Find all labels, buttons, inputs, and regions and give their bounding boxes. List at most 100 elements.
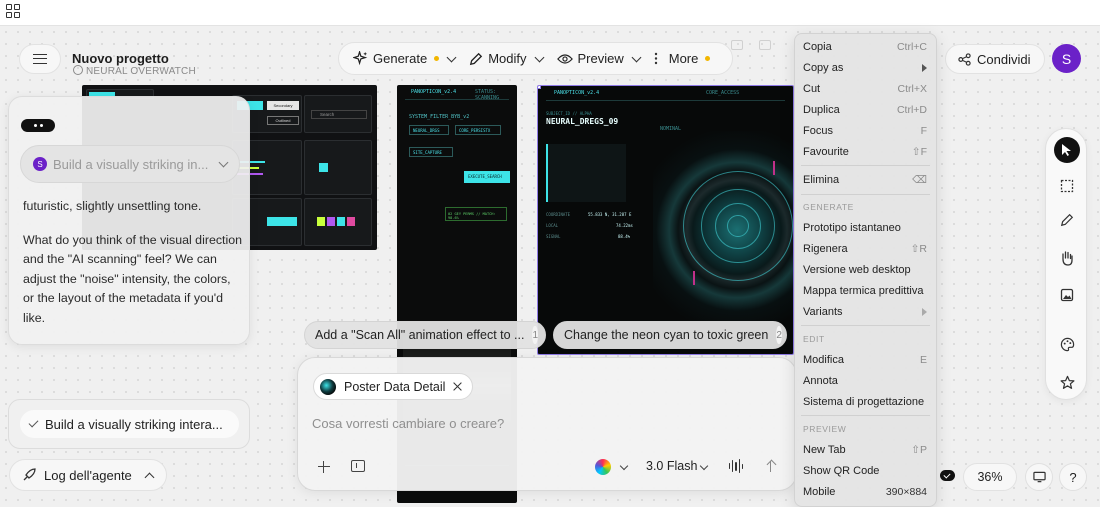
eye-icon bbox=[556, 53, 573, 64]
favourites-tool[interactable] bbox=[1054, 369, 1080, 395]
user-message[interactable]: Build a visually striking intera... bbox=[20, 410, 239, 438]
browser-top-strip bbox=[0, 0, 1100, 26]
menu-item-new-tab[interactable]: New Tab ⇧P bbox=[803, 441, 927, 459]
screen-title: PANOPTICON_v2.4 bbox=[554, 90, 600, 96]
check-icon bbox=[28, 417, 39, 428]
menu-item-qr-code[interactable]: Show QR Code bbox=[803, 462, 927, 480]
menu-button[interactable] bbox=[19, 44, 61, 74]
agent-message: futuristic, slightly unsettling tone. Wh… bbox=[23, 197, 245, 328]
vortex-visual bbox=[653, 131, 793, 351]
color-wheel-icon[interactable] bbox=[595, 459, 611, 475]
menu-item-web-desktop[interactable]: Versione web desktop bbox=[803, 261, 927, 279]
more-menu[interactable]: More bbox=[648, 42, 717, 75]
share-icon bbox=[958, 52, 971, 66]
share-button[interactable]: Condividi bbox=[945, 44, 1045, 74]
local-label: LOCAL bbox=[546, 223, 559, 228]
screen-thumb-icon bbox=[320, 378, 336, 395]
zoom-level[interactable]: 36% bbox=[963, 463, 1017, 491]
magenta-glitch bbox=[773, 161, 781, 175]
chevron-down-icon bbox=[446, 52, 457, 62]
suggestion-text: Add a "Scan All" animation effect to ... bbox=[315, 328, 525, 342]
project-subtitle: NEURAL OVERWATCH bbox=[86, 66, 196, 77]
attach-screen-icon[interactable] bbox=[351, 460, 365, 472]
suggestion-chip-2[interactable]: Change the neon cyan to toxic green 2 bbox=[553, 321, 787, 349]
user-message-text: Build a visually striking intera... bbox=[45, 416, 223, 432]
send-arrow-icon[interactable] bbox=[761, 456, 781, 476]
suggestion-text: Change the neon cyan to toxic green bbox=[564, 328, 769, 342]
agent-log-label: Log dell'agente bbox=[44, 467, 132, 483]
icon-sample bbox=[319, 163, 328, 172]
screen-header-right: CORE_ACCESS bbox=[706, 90, 740, 96]
prompt-input[interactable]: Cosa vorresti cambiare o creare? bbox=[312, 416, 504, 431]
share-label: Condividi bbox=[977, 51, 1031, 67]
menu-item-copia[interactable]: Copia Ctrl+C bbox=[803, 38, 927, 56]
generate-menu[interactable]: Generate bbox=[347, 42, 463, 75]
menu-item-mobile[interactable]: Mobile 390×884 bbox=[803, 483, 927, 501]
menu-item-modifica[interactable]: Modifica E bbox=[803, 351, 927, 369]
present-button[interactable] bbox=[1025, 463, 1053, 491]
match-alert: 02 GEY PERMS // MATCH: 98.6% bbox=[445, 207, 507, 221]
hand-icon bbox=[1062, 251, 1073, 266]
menu-item-focus[interactable]: Focus F bbox=[803, 122, 927, 140]
frame-tool[interactable] bbox=[1054, 173, 1080, 199]
add-icon[interactable] bbox=[318, 461, 330, 473]
modify-menu[interactable]: Modify bbox=[463, 42, 550, 75]
model-selector[interactable]: 3.0 Flash bbox=[646, 459, 697, 473]
menu-item-heatmap[interactable]: Mappa termica predittiva bbox=[803, 282, 927, 300]
menu-item-copy-as[interactable]: Copy as bbox=[803, 59, 927, 77]
menu-item-rigenera[interactable]: Rigenera ⇧R bbox=[803, 240, 927, 258]
menu-item-favourite[interactable]: Favourite ⇧F bbox=[803, 143, 927, 161]
rocket-icon bbox=[23, 468, 36, 481]
help-button[interactable]: ? bbox=[1059, 463, 1087, 491]
voice-wave-icon[interactable] bbox=[729, 459, 744, 473]
magenta-glitch bbox=[693, 271, 701, 285]
chevron-down-icon bbox=[218, 157, 229, 168]
prompt-history-pill[interactable]: S Build a visually striking in... bbox=[20, 145, 240, 183]
menu-item-cut[interactable]: Cut Ctrl+X bbox=[803, 80, 927, 98]
chevron-down-icon[interactable] bbox=[699, 461, 709, 471]
image-tool[interactable] bbox=[1054, 282, 1080, 308]
menu-item-design-system[interactable]: Sistema di progettazione bbox=[803, 393, 927, 411]
preview-menu[interactable]: Preview bbox=[551, 42, 648, 75]
pencil-icon bbox=[470, 52, 483, 65]
cloud-saved-icon bbox=[940, 470, 955, 481]
screen-thumbnail-poster-detail[interactable]: PANOPTICON_v2.4 CORE_ACCESS SUBJECT_ID /… bbox=[537, 85, 794, 355]
selection-handle[interactable] bbox=[538, 86, 541, 89]
more-status-dot bbox=[705, 56, 711, 61]
execute-search-sample: EXECUTE_SEARCH bbox=[464, 171, 510, 183]
pencil-icon bbox=[1060, 213, 1074, 227]
menu-item-variants[interactable]: Variants bbox=[803, 303, 927, 321]
suggestion-chip-1[interactable]: Add a "Scan All" animation effect to ...… bbox=[304, 321, 546, 349]
swatch-cell bbox=[304, 198, 372, 246]
menu-item-duplica[interactable]: Duplica Ctrl+D bbox=[803, 101, 927, 119]
swatch-green bbox=[317, 217, 325, 226]
divider bbox=[546, 100, 785, 101]
close-icon[interactable] bbox=[453, 382, 462, 391]
apps-grid-icon[interactable] bbox=[6, 4, 20, 18]
agent-log-button[interactable]: Log dell'agente bbox=[9, 459, 167, 491]
coord-value: 55.833 N, 31.287 E bbox=[588, 212, 632, 217]
icons-cell bbox=[304, 140, 372, 195]
context-chip[interactable]: Poster Data Detail bbox=[313, 373, 474, 400]
select-tool[interactable] bbox=[1054, 137, 1080, 163]
draw-tool[interactable] bbox=[1054, 207, 1080, 233]
project-title[interactable]: Nuovo progetto bbox=[72, 51, 169, 66]
menu-item-elimina[interactable]: Elimina ⌫ bbox=[803, 171, 927, 189]
chevron-up-icon bbox=[144, 472, 155, 482]
pan-tool[interactable] bbox=[1054, 245, 1080, 271]
signal-label: SIGNAL bbox=[546, 234, 561, 239]
menu-divider bbox=[801, 325, 930, 326]
subject-name: NEURAL_DREGS_09 bbox=[546, 117, 619, 126]
chevron-down-icon[interactable] bbox=[619, 461, 629, 471]
image-icon bbox=[1060, 288, 1074, 302]
user-avatar[interactable]: S bbox=[1052, 44, 1081, 73]
filter-chip: NEURAL_DRGS bbox=[409, 125, 449, 135]
filter-chip: SITE_CAPTURE bbox=[409, 147, 453, 157]
cta-sample bbox=[267, 217, 297, 226]
menu-item-prototipo[interactable]: Prototipo istantaneo bbox=[803, 219, 927, 237]
theme-tool[interactable] bbox=[1054, 331, 1080, 357]
menu-item-annota[interactable]: Annota bbox=[803, 372, 927, 390]
subject-tag: SUBJECT_ID // ALPHA bbox=[546, 111, 592, 116]
tools-rail bbox=[1045, 128, 1087, 400]
cursor-icon bbox=[1062, 144, 1071, 156]
